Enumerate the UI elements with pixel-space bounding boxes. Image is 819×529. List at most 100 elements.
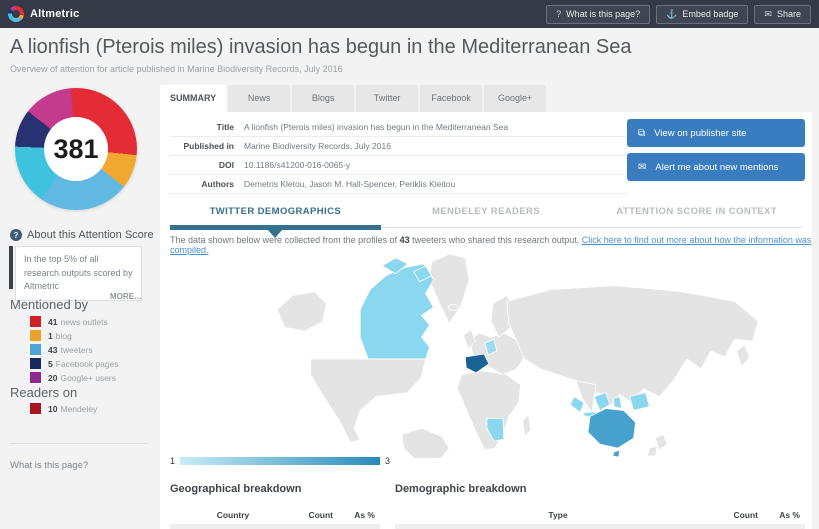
meta-value-title: A lionfish (Pterois miles) invasion has … <box>244 118 628 137</box>
main-tab-bar: SUMMARY News Blogs Twitter Facebook Goog… <box>160 85 546 112</box>
external-link-icon: ⧉ <box>638 128 645 139</box>
mention-count: 41 <box>48 317 57 327</box>
top-bar: Altmetric ? What is this page? ⚓ Embed b… <box>0 0 819 28</box>
list-item[interactable]: 20 Google+ users <box>30 371 119 384</box>
blog-color-swatch <box>30 330 41 341</box>
table-row: DOI 10.1186/s41200-016-0065-y <box>170 156 628 175</box>
table-header-row: Country Count As % <box>170 506 380 524</box>
map-land-iceland <box>448 304 458 310</box>
demo-breakdown-table: Type Count As % Members of the public 25… <box>395 506 805 529</box>
map-land-madagascar <box>523 414 531 436</box>
legend-min: 1 <box>170 456 175 466</box>
topbar-buttons: ? What is this page? ⚓ Embed badge ✉ Sha… <box>546 5 811 24</box>
table-row: Members of the public 25 58% <box>395 524 805 529</box>
list-item[interactable]: 10 Mendeley <box>30 402 97 415</box>
mention-count: 43 <box>48 345 57 355</box>
what-is-this-page-button[interactable]: ? What is this page? <box>546 5 650 24</box>
reader-count: 10 <box>48 404 57 414</box>
cell-count: 25 <box>721 524 763 529</box>
col-percent: As % <box>763 506 805 524</box>
map-land-japan <box>737 345 750 367</box>
tab-blogs[interactable]: Blogs <box>292 85 354 112</box>
list-item[interactable]: 1 blog <box>30 329 119 342</box>
what-is-this-page-link[interactable]: What is this page? <box>10 460 88 471</box>
attention-score-donut: 381 <box>15 88 137 210</box>
world-map-svg <box>163 246 809 458</box>
twitter-color-swatch <box>30 344 41 355</box>
tab-facebook[interactable]: Facebook <box>420 85 482 112</box>
mention-label: news outlets <box>60 317 107 327</box>
list-item[interactable]: 5 Facebook pages <box>30 357 119 370</box>
table-header-row: Type Count As % <box>395 506 805 524</box>
mention-count: 20 <box>48 373 57 383</box>
tab-twitter[interactable]: Twitter <box>356 85 418 112</box>
googleplus-color-swatch <box>30 372 41 383</box>
brand-name: Altmetric <box>30 8 79 20</box>
meta-label: DOI <box>170 156 244 175</box>
subtab-label: ATTENTION SCORE IN CONTEXT <box>616 206 777 217</box>
list-item[interactable]: 41 news outlets <box>30 315 119 328</box>
altmetric-logo[interactable]: Altmetric <box>8 6 79 22</box>
map-color-legend: 1 3 <box>170 456 390 466</box>
alert-new-mentions-button[interactable]: ✉ Alert me about new mentions <box>627 153 805 181</box>
map-land-new-zealand <box>647 434 667 456</box>
altmetric-donut-icon <box>8 6 24 22</box>
subtab-twitter-demographics[interactable]: TWITTER DEMOGRAPHICS <box>170 198 381 228</box>
subtab-label: TWITTER DEMOGRAPHICS <box>210 206 342 217</box>
legend-max: 3 <box>385 456 390 466</box>
mention-label: tweeters <box>60 345 92 355</box>
quote-accent-bar <box>9 246 13 289</box>
table-row: Spain 3 7% <box>170 524 380 529</box>
table-row: Authors Demetris Kletou, Jason M. Hall-S… <box>170 175 628 194</box>
cell-percent: 7% <box>338 524 380 529</box>
map-land-alaska <box>277 292 327 332</box>
readers-on-heading: Readers on <box>10 385 77 400</box>
button-label: Share <box>777 9 801 19</box>
breakdown-section: Geographical breakdown Country Count As … <box>170 483 805 529</box>
action-label: Alert me about new mentions <box>655 162 778 173</box>
note-text: The data shown below were collected from… <box>170 235 397 245</box>
mentioned-by-list: 41 news outlets 1 blog 43 tweeters 5 Fac… <box>30 315 119 385</box>
map-country-spain <box>465 354 489 373</box>
col-country: Country <box>170 506 296 524</box>
demo-breakdown-title: Demographic breakdown <box>395 483 805 495</box>
demographics-tab-bar: TWITTER DEMOGRAPHICS MENDELEY READERS AT… <box>170 198 802 228</box>
action-label: View on publisher site <box>654 128 746 139</box>
list-item[interactable]: 43 tweeters <box>30 343 119 356</box>
embed-badge-button[interactable]: ⚓ Embed badge <box>656 5 748 24</box>
tweeter-count: 43 <box>400 235 410 245</box>
col-percent: As % <box>338 506 380 524</box>
view-on-publisher-site-button[interactable]: ⧉ View on publisher site <box>627 119 805 147</box>
mention-label: Facebook pages <box>56 359 119 369</box>
map-land-south-america <box>402 428 450 458</box>
geo-breakdown-title: Geographical breakdown <box>170 483 380 495</box>
map-country-australia <box>588 408 636 457</box>
article-meta-table: Title A lionfish (Pterois miles) invasio… <box>170 118 628 194</box>
page-subtitle: Overview of attention for article publis… <box>10 64 343 74</box>
subtab-label: MENDELEY READERS <box>432 206 540 217</box>
question-icon: ? <box>556 9 561 19</box>
note-text: tweeters who shared this research output… <box>412 235 579 245</box>
readers-list: 10 Mendeley <box>30 402 97 416</box>
question-circle-icon: ? <box>10 229 22 241</box>
tab-news[interactable]: News <box>228 85 290 112</box>
mentioned-by-heading: Mentioned by <box>10 297 88 312</box>
meta-label: Published in <box>170 137 244 156</box>
summary-panel: Title A lionfish (Pterois miles) invasio… <box>160 112 812 529</box>
map-land-africa <box>457 371 520 450</box>
sidebar-divider <box>10 443 148 444</box>
envelope-icon: ✉ <box>638 162 646 173</box>
anchor-icon: ⚓ <box>666 9 677 20</box>
tab-googleplus[interactable]: Google+ <box>484 85 546 112</box>
tab-summary[interactable]: SUMMARY <box>160 85 226 112</box>
altmetric-details-page: Altmetric ? What is this page? ⚓ Embed b… <box>0 0 819 529</box>
tweeter-world-map <box>163 246 809 458</box>
subtab-attention-score-in-context[interactable]: ATTENTION SCORE IN CONTEXT <box>591 198 802 228</box>
col-type: Type <box>395 506 721 524</box>
cell-country: Spain <box>170 524 296 529</box>
share-button[interactable]: ✉ Share <box>754 5 811 24</box>
table-row: Published in Marine Biodiversity Records… <box>170 137 628 156</box>
subtab-mendeley-readers[interactable]: MENDELEY READERS <box>381 198 592 228</box>
about-heading-label: About this Attention Score <box>27 229 154 241</box>
col-count: Count <box>296 506 338 524</box>
